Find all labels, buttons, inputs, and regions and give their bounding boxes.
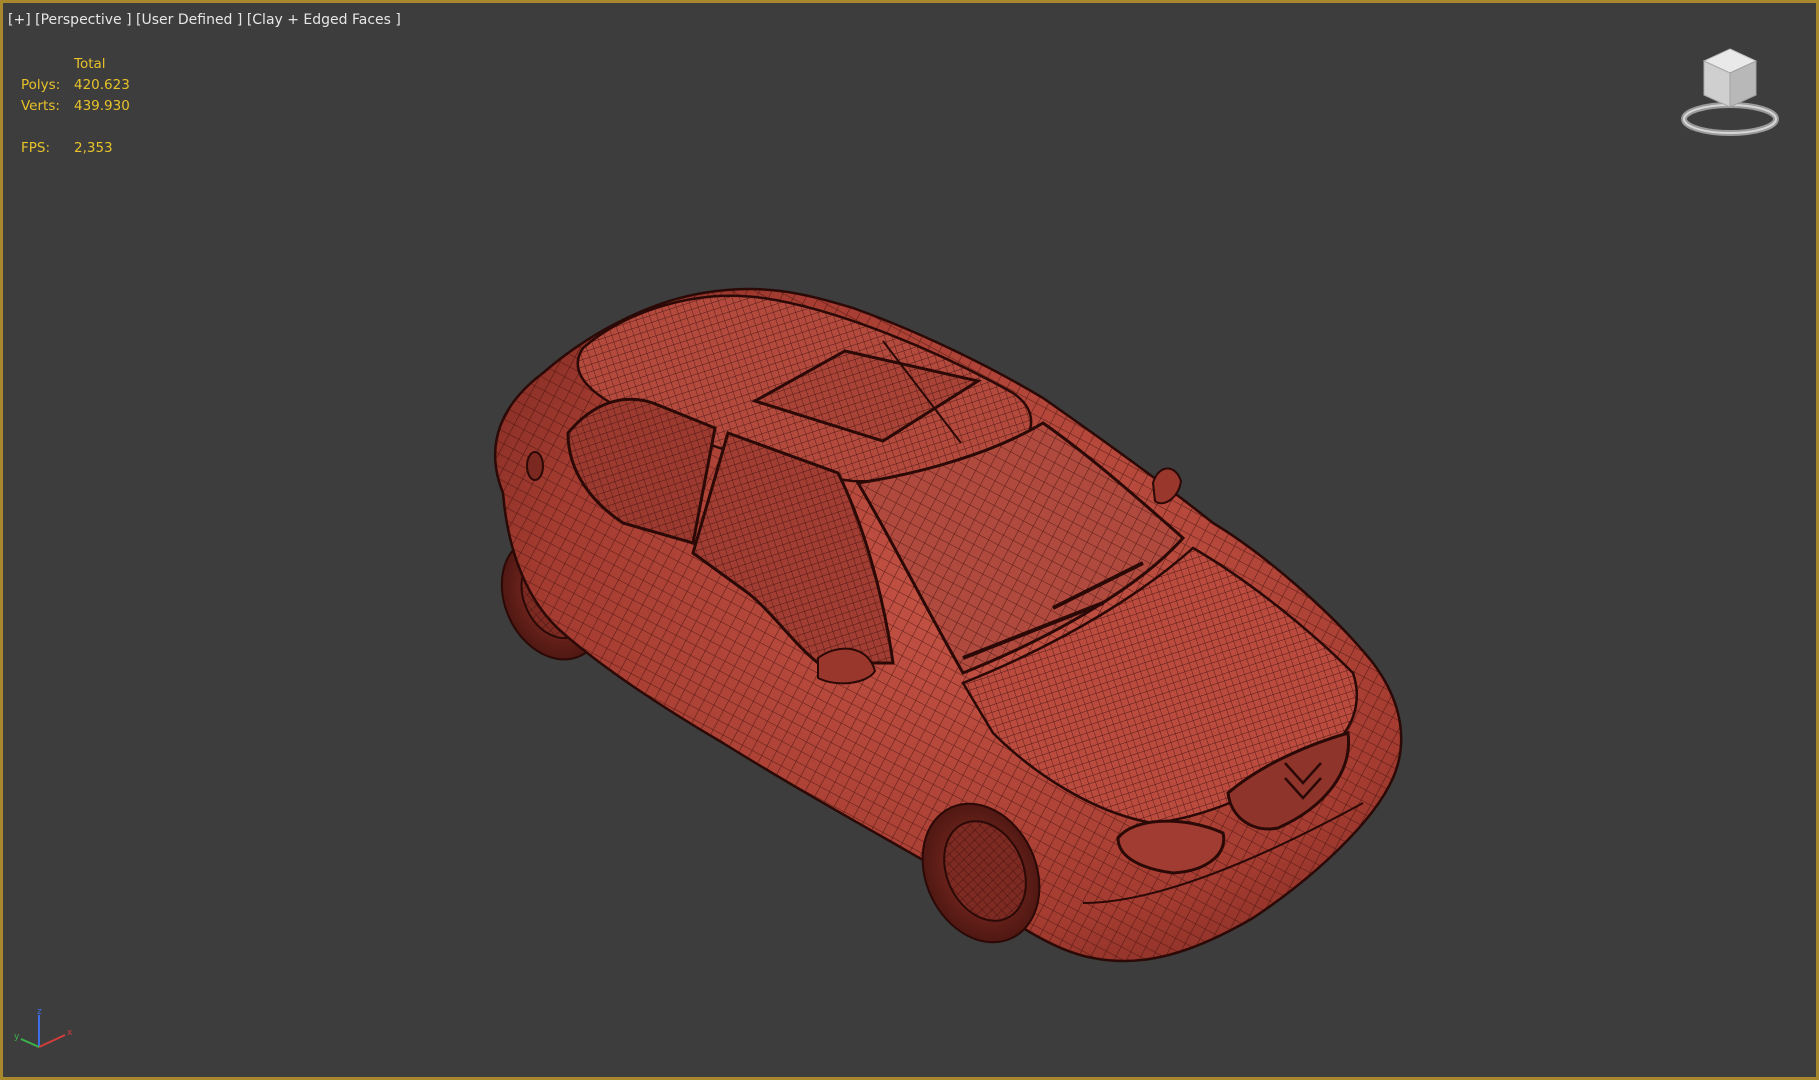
axis-x-label: x [67,1028,73,1038]
axis-y-label: y [14,1032,20,1042]
axis-tripod-icon: z x y [14,1007,73,1048]
axis-z-label: z [37,1007,42,1017]
perspective-viewport[interactable]: [+] [Perspective ] [User Defined ] [Clay… [0,0,1819,1080]
rear-light [526,451,544,481]
viewcube-icon[interactable] [1674,41,1786,141]
car-wireframe-model[interactable] [3,3,1816,1077]
